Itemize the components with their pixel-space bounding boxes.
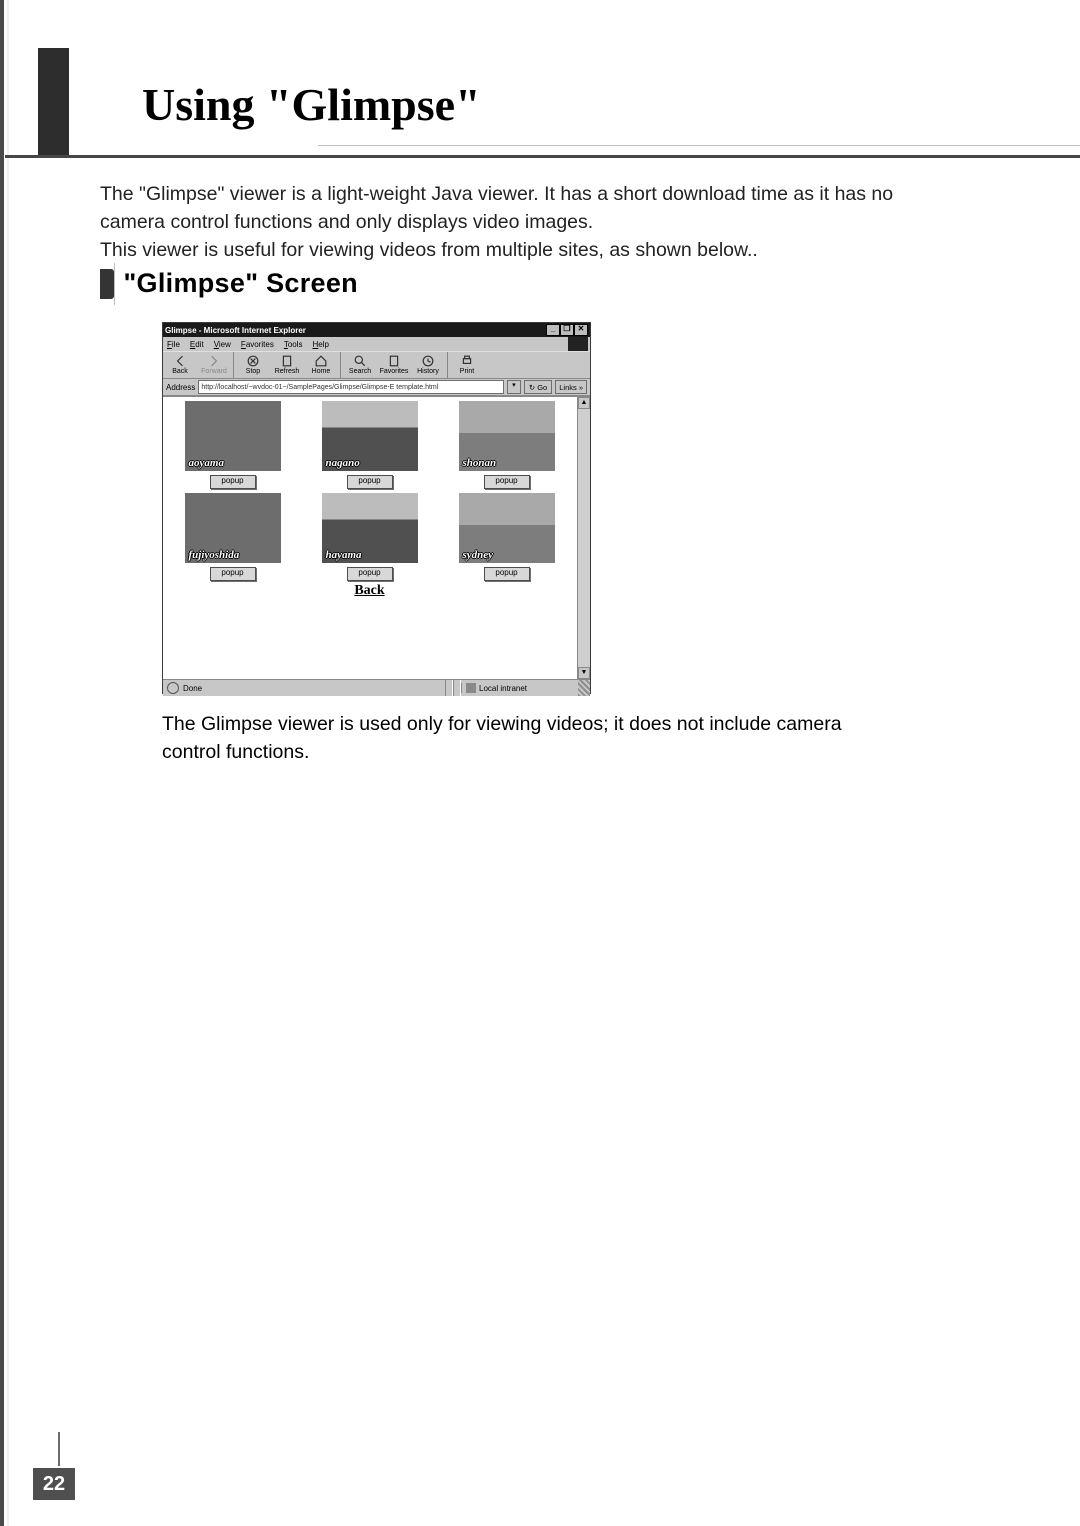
address-bar: Address http://localhost/~wvdoc-01~/Samp… (163, 379, 590, 396)
zone-icon (466, 683, 476, 693)
history-button[interactable]: History (411, 352, 445, 378)
section-mark-icon (100, 269, 114, 299)
ie-icon (167, 682, 179, 694)
page-title: Using "Glimpse" (142, 78, 481, 131)
ie-logo-icon (568, 337, 588, 351)
resize-grip[interactable] (578, 680, 590, 696)
go-button[interactable]: ↻Go (524, 380, 552, 394)
menu-help[interactable]: Help (313, 340, 329, 349)
camera-caption: nagano (326, 457, 360, 469)
home-label: Home (312, 367, 331, 376)
go-label: Go (537, 383, 547, 392)
links-label: Links » (559, 383, 583, 392)
page-number-bar (58, 1432, 60, 1466)
camera-caption: fujiyoshida (189, 549, 240, 561)
status-left: Done (163, 682, 445, 694)
refresh-button[interactable]: Refresh (270, 352, 304, 378)
address-dropdown[interactable]: ▾ (507, 380, 521, 394)
camera-thumbnail: nagano (322, 401, 418, 471)
menu-tools[interactable]: Tools (284, 340, 303, 349)
status-separator (453, 680, 461, 696)
camera-cell: sydney popup (443, 493, 570, 581)
address-input[interactable]: http://localhost/~wvdoc-01~/SamplePages/… (198, 380, 504, 394)
camera-grid: aoyama popup nagano popup shonan popup fuji… (165, 399, 574, 601)
browser-content: aoyama popup nagano popup shonan popup fuji… (163, 396, 590, 679)
camera-caption: sydney (463, 549, 494, 561)
scrollbar[interactable] (577, 397, 590, 679)
window-title: Glimpse - Microsoft Internet Explorer (165, 326, 546, 335)
camera-cell: nagano popup (306, 401, 433, 489)
popup-button[interactable]: popup (484, 567, 530, 581)
camera-thumbnail: shonan (459, 401, 555, 471)
popup-button[interactable]: popup (484, 475, 530, 489)
title-rule-thin (318, 145, 1080, 146)
camera-thumbnail: hayama (322, 493, 418, 563)
menu-file[interactable]: File (167, 340, 180, 349)
menu-edit[interactable]: Edit (190, 340, 204, 349)
camera-thumbnail: fujiyoshida (185, 493, 281, 563)
glimpse-screenshot: Glimpse - Microsoft Internet Explorer _ … (162, 322, 591, 694)
camera-caption: shonan (463, 457, 497, 469)
popup-button[interactable]: popup (210, 567, 256, 581)
camera-cell: aoyama popup (169, 401, 296, 489)
menu-favorites[interactable]: Favorites (241, 340, 274, 349)
camera-caption: aoyama (189, 457, 224, 469)
address-value: http://localhost/~wvdoc-01~/SamplePages/… (201, 384, 438, 391)
address-label: Address (166, 383, 195, 392)
figure-caption: The Glimpse viewer is used only for view… (162, 710, 890, 766)
favorites-button[interactable]: Favorites (377, 352, 411, 378)
refresh-label: Refresh (275, 367, 300, 376)
section-header: "Glimpse" Screen (100, 268, 358, 299)
intro-paragraph-2: This viewer is useful for viewing videos… (100, 239, 758, 261)
page-number: 22 (33, 1468, 75, 1500)
toolbar: Back Forward Stop Refresh Home Search Fa… (163, 351, 590, 379)
status-zone: Local intranet (461, 683, 578, 693)
search-button[interactable]: Search (340, 352, 377, 378)
camera-cell: hayama popup (306, 493, 433, 581)
status-separator (445, 680, 453, 696)
search-label: Search (349, 367, 371, 376)
restore-button[interactable]: ❐ (560, 324, 574, 336)
intro-paragraph-1: The "Glimpse" viewer is a light-weight J… (100, 183, 893, 233)
stop-button[interactable]: Stop (233, 352, 270, 378)
stop-label: Stop (246, 367, 260, 376)
intro-text: The "Glimpse" viewer is a light-weight J… (100, 180, 940, 264)
camera-thumbnail: sydney (459, 493, 555, 563)
section-title: "Glimpse" Screen (123, 268, 358, 299)
popup-button[interactable]: popup (210, 475, 256, 489)
menu-view[interactable]: View (214, 340, 231, 349)
back-button[interactable]: Back (163, 352, 197, 378)
popup-button[interactable]: popup (347, 567, 393, 581)
print-label: Print (460, 367, 474, 376)
forward-button[interactable]: Forward (197, 352, 231, 378)
window-titlebar: Glimpse - Microsoft Internet Explorer _ … (163, 323, 590, 337)
status-bar: Done Local intranet (163, 679, 590, 696)
minimize-button[interactable]: _ (546, 324, 560, 336)
zone-text: Local intranet (479, 684, 527, 693)
forward-label: Forward (201, 367, 227, 376)
links-button[interactable]: Links » (555, 380, 587, 394)
status-text: Done (183, 684, 202, 693)
camera-caption: hayama (326, 549, 362, 561)
window-buttons: _ ❐ ✕ (546, 324, 588, 336)
menubar: File Edit View Favorites Tools Help (163, 337, 590, 351)
camera-thumbnail: aoyama (185, 401, 281, 471)
title-rule (5, 155, 1080, 158)
camera-cell: shonan popup (443, 401, 570, 489)
page: Using "Glimpse" The "Glimpse" viewer is … (0, 0, 1080, 1526)
print-button[interactable]: Print (447, 352, 484, 378)
back-link[interactable]: Back (169, 583, 570, 599)
popup-button[interactable]: popup (347, 475, 393, 489)
back-label: Back (172, 367, 188, 376)
home-button[interactable]: Home (304, 352, 338, 378)
history-label: History (417, 367, 439, 376)
page-left-edge (0, 0, 9, 1526)
camera-cell: fujiyoshida popup (169, 493, 296, 581)
chapter-tab (38, 48, 69, 158)
favorites-label: Favorites (380, 367, 409, 376)
close-button[interactable]: ✕ (574, 324, 588, 336)
